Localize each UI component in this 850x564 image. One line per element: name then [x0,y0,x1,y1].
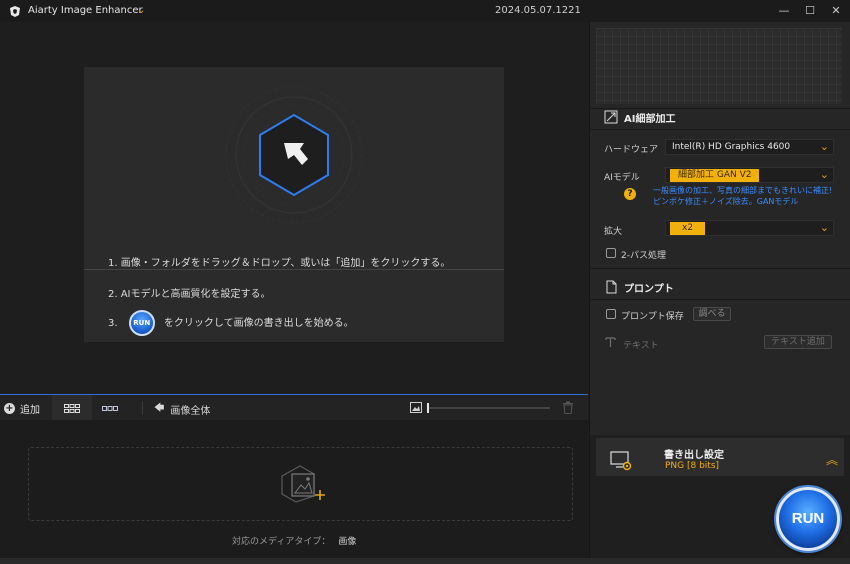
version-label: 2024.05.07.1221 [495,5,581,16]
ai-model-value: 細部加工 GAN V2 [670,169,760,182]
guide-step-3-prefix: 3. [108,318,118,329]
guide-card: 1. 画像・フォルダをドラッグ＆ドロップ、或いは「追加」をクリックする。 2. … [84,67,504,342]
strip-view-button[interactable] [90,395,130,421]
scale-label: 拡大 [604,227,623,237]
app-window: Aiarty Image Enhancer ⌄ 2024.05.07.1221 … [0,0,850,564]
title-bar: Aiarty Image Enhancer ⌄ 2024.05.07.1221 … [0,0,850,22]
scale-value: x2 [670,222,706,235]
thumbnail-size-slider[interactable] [428,407,550,409]
trash-icon[interactable] [562,401,574,414]
image-size-icon [410,402,422,413]
slider-thumb[interactable] [427,403,429,413]
maximize-button[interactable]: ☐ [802,3,818,19]
export-format: PNG [8 bits] [665,461,720,471]
ai-model-desc-line-2: ピンボケ修正＋ノイズ除去。GANモデル [653,197,799,206]
double-chevron-up-icon[interactable]: ︽ [826,451,838,468]
guide-step-1: 1. 画像・フォルダをドラッグ＆ドロップ、或いは「追加」をクリックする。 [108,258,451,269]
add-button[interactable]: + 追加 [4,401,40,416]
minimize-button[interactable]: — [776,3,792,19]
section-separator [590,299,850,300]
guide-step-3-text: をクリックして画像の書き出しを始める。 [163,318,354,329]
two-pass-checkbox[interactable] [606,248,616,258]
help-icon[interactable]: ? [624,188,636,200]
preview-thumbnail [596,28,842,104]
ai-detail-title: AI細部加工 [624,113,676,125]
ai-model-select[interactable]: 細部加工 GAN V2 ⌄ [665,167,834,183]
drop-hint-icon[interactable] [224,85,364,225]
monitor-gear-icon [610,451,632,471]
grid-view-button[interactable] [52,395,92,421]
toolbar-separator [142,401,143,415]
scale-select[interactable]: x2 ⌄ [665,220,834,236]
app-title: Aiarty Image Enhancer [28,5,143,16]
app-menu-chevron-icon[interactable]: ⌄ [137,5,145,16]
export-settings-bar[interactable]: 書き出し設定 PNG [8 bits] ︽ [596,438,844,476]
prompt-save-checkbox[interactable] [606,309,616,319]
file-toolbar: + 追加 🡄 画像全体 [0,394,588,421]
preview-area[interactable]: 1. 画像・フォルダをドラッグ＆ドロップ、或いは「追加」をクリックする。 2. … [0,22,588,394]
media-type-value: 画像 [338,537,357,547]
guide-divider [84,269,504,270]
close-button[interactable]: ✕ [828,3,844,19]
status-bar [0,558,850,564]
run-mini-icon: RUN [128,310,155,336]
hardware-value: Intel(R) HD Graphics 4600 [672,142,791,152]
ai-detail-header: AI細部加工 [590,106,850,128]
hardware-label: ハードウェア [604,145,659,155]
prompt-save-label: プロンプト保存 [621,312,684,322]
plus-icon: + [4,403,15,414]
prompt-header: プロンプト [590,276,850,298]
enhance-icon [604,110,618,124]
hardware-select[interactable]: Intel(R) HD Graphics 4600 ⌄ [665,139,834,155]
two-pass-label: 2-パス処理 [621,251,666,261]
document-icon [606,280,617,294]
run-button[interactable]: RUN [776,487,840,551]
section-separator [590,129,850,130]
full-image-label: 画像全体 [170,406,211,417]
lookup-button[interactable]: 調べる [693,307,731,321]
prompt-title: プロンプト [624,283,674,295]
ai-model-label: AIモデル [604,173,640,183]
file-list-area[interactable]: 対応のメディアタイプ： 画像 [0,420,588,558]
strip-view-icon [102,405,118,411]
full-image-button[interactable]: 🡄 画像全体 [154,401,210,418]
media-type-info: 対応のメディアタイプ： 画像 [232,534,356,547]
ai-model-desc-line-1: 一般画像の加工、写真の細部までもきれいに補正! [653,186,833,195]
chevron-down-icon: ⌄ [819,221,829,234]
chevron-down-icon: ⌄ [819,140,829,153]
arrow-left-icon: 🡄 [154,403,165,414]
app-logo-icon [10,6,20,17]
add-button-label: 追加 [20,405,40,416]
guide-step-2: 2. AIモデルと高画質化を設定する。 [108,289,271,300]
grid-view-icon [64,403,80,413]
media-type-label: 対応のメディアタイプ： [232,537,331,547]
chevron-down-icon: ⌄ [819,168,829,181]
add-image-icon[interactable] [278,462,332,504]
text-label: テキスト [623,341,659,351]
text-icon [605,337,616,347]
ai-model-description: 一般画像の加工、写真の細部までもきれいに補正! ピンボケ修正＋ノイズ除去。GAN… [653,185,832,207]
export-title: 書き出し設定 [664,450,724,461]
section-separator [590,268,850,269]
guide-step-3: 3. RUN をクリックして画像の書き出しを始める。 [108,310,354,336]
add-text-button[interactable]: テキスト追加 [764,335,832,349]
